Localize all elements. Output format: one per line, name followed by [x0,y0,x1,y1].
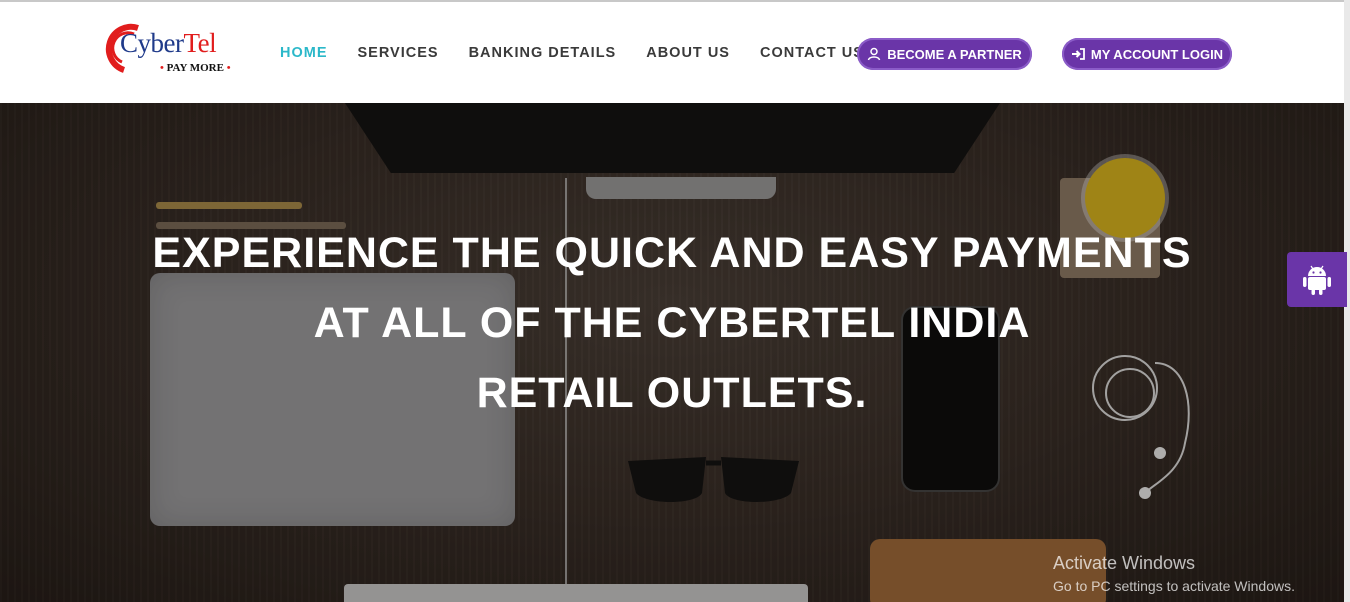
hero-line-2: AT ALL OF THE CYBERTEL INDIA [313,299,1031,347]
become-partner-label: BECOME A PARTNER [887,46,1022,62]
watermark-title: Activate Windows [1053,553,1196,573]
nav-banking-details[interactable]: BANKING DETAILS [469,45,617,61]
main-nav: HOME SERVICES BANKING DETAILS ABOUT US C… [280,45,894,61]
hero-headline: EXPERIENCE THE QUICK AND EASY PAYMENTS A… [0,218,1344,428]
nav-services[interactable]: SERVICES [358,45,439,61]
account-login-button[interactable]: MY ACCOUNT LOGIN [1062,38,1232,70]
hero-line-1: EXPERIENCE THE QUICK AND EASY PAYMENTS [152,229,1192,277]
windows-activation-watermark: Activate Windows Go to PC settings to ac… [1053,553,1295,594]
logo-wordmark: CyberTel [120,28,217,58]
android-icon [1303,265,1331,295]
become-partner-button[interactable]: BECOME A PARTNER [857,38,1032,70]
user-icon [867,47,881,61]
nav-home[interactable]: HOME [280,45,328,61]
nav-about-us[interactable]: ABOUT US [646,45,730,61]
nav-contact-us[interactable]: CONTACT US [760,45,864,61]
account-login-label: MY ACCOUNT LOGIN [1090,46,1224,62]
sign-in-icon [1071,48,1085,60]
brand-logo[interactable]: CyberTel • PAY MORE • [98,18,240,78]
hero-banner: EXPERIENCE THE QUICK AND EASY PAYMENTS A… [0,103,1344,602]
watermark-subtitle: Go to PC settings to activate Windows. [1053,578,1295,594]
hero-line-3: RETAIL OUTLETS. [476,369,868,417]
logo-tagline: • PAY MORE • [160,62,231,74]
site-header: CyberTel • PAY MORE • HOME SERVICES BANK… [0,2,1344,103]
android-app-tab[interactable] [1287,252,1347,307]
